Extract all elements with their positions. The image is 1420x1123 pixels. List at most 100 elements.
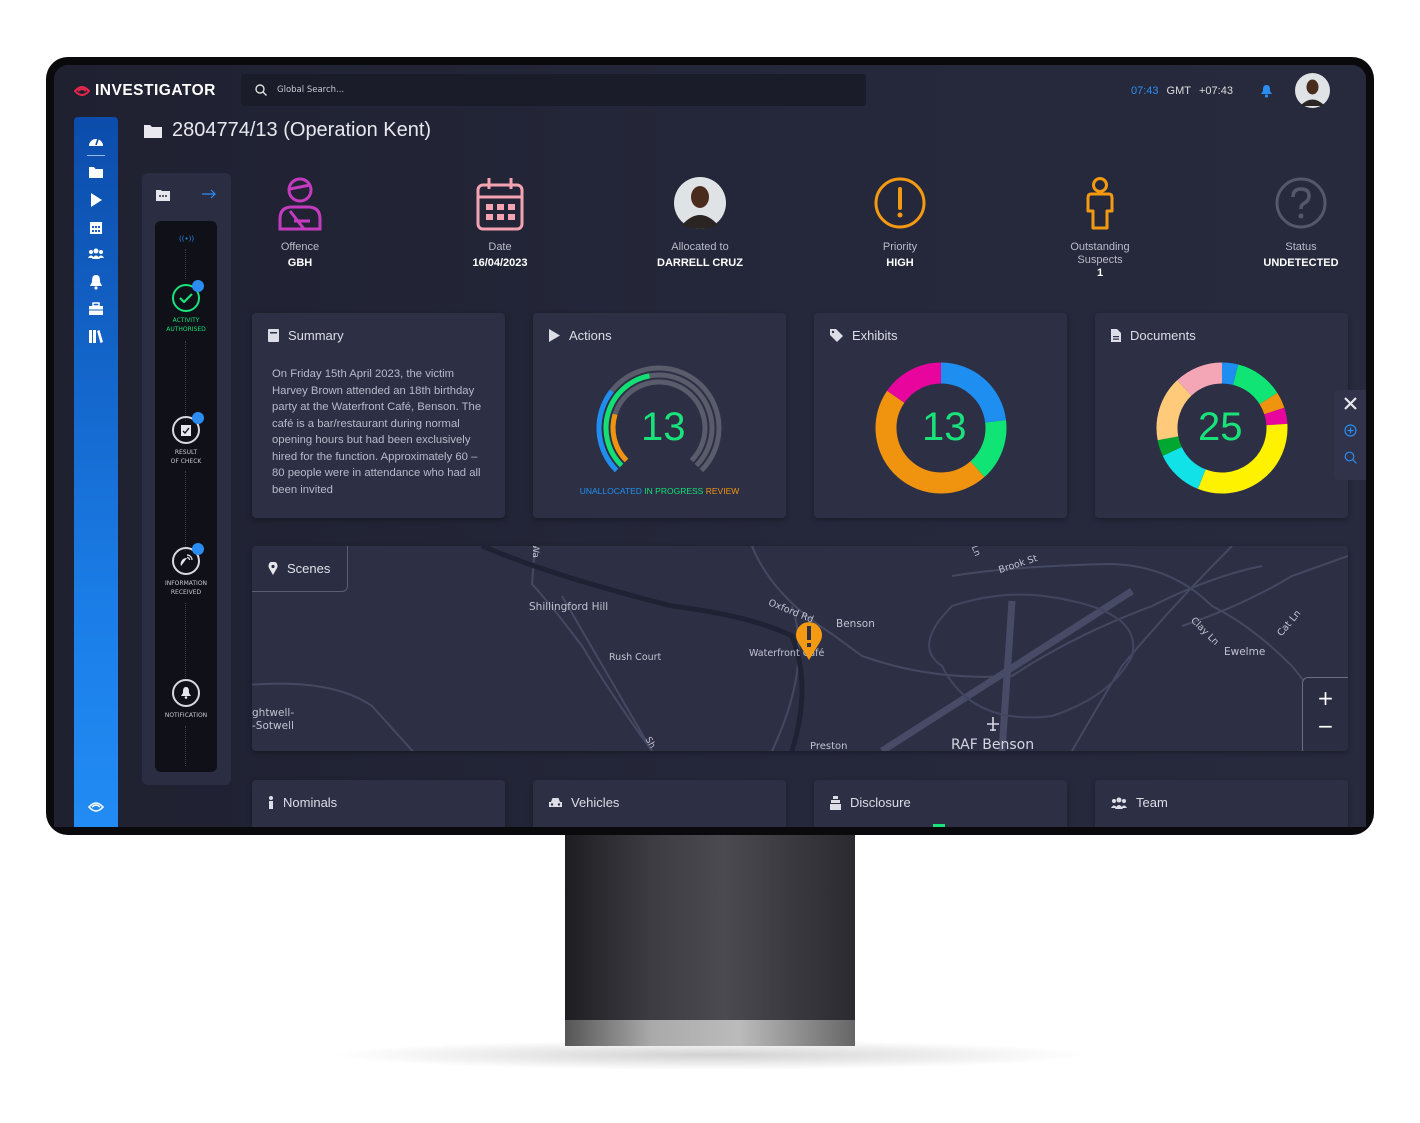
exhibits-card[interactable]: Exhibits 13 — [814, 313, 1067, 518]
team-icon — [1111, 797, 1127, 809]
dashboard-icon[interactable] — [88, 133, 104, 149]
page-title: 2804774/13 (Operation Kent) — [144, 119, 431, 142]
map-label: Rush Court — [609, 652, 662, 663]
node-label: AUTHORISED — [166, 326, 206, 333]
info-value: DARRELL CRUZ — [657, 257, 743, 269]
actions-legend: UNALLOCATED IN PROGRESS REVIEW — [533, 486, 786, 496]
users-icon[interactable] — [88, 246, 104, 262]
clock: 07:43 GMT +07:43 — [1131, 85, 1233, 97]
info-label: Suspects — [1077, 253, 1123, 266]
card-title: Disclosure — [850, 795, 911, 810]
search-icon — [255, 84, 267, 96]
scenes-title: Scenes — [287, 561, 331, 576]
calendar-icon[interactable] — [88, 219, 104, 235]
info-date: Date 16/04/2023 — [430, 177, 570, 269]
documents-card[interactable]: Documents 25 — [1095, 313, 1348, 518]
donut-segment — [1177, 362, 1223, 396]
folder-details-icon[interactable] — [156, 189, 170, 201]
map-label: Ewelme — [1224, 646, 1266, 658]
briefcase-icon[interactable] — [88, 301, 104, 317]
user-avatar[interactable] — [1295, 73, 1330, 108]
timeline-node-activity-authorised[interactable]: ACTIVITY AUTHORISED — [155, 280, 217, 334]
book-icon — [268, 329, 279, 342]
documents-total: 25 — [1198, 405, 1243, 449]
pin-icon — [192, 543, 204, 555]
timeline-connector — [185, 726, 186, 766]
info-outstanding-suspects: Outstanding Suspects 1 — [1030, 177, 1170, 279]
info-label: Allocated to — [671, 241, 729, 253]
app-logo[interactable]: INVESTIGATOR — [74, 82, 216, 100]
clipboard-check-icon — [172, 412, 204, 444]
library-icon[interactable] — [88, 328, 104, 344]
document-icon — [1111, 329, 1121, 342]
map-label: RAF Benson — [951, 737, 1035, 751]
timeline-node-notification[interactable]: NOTIFICATION — [155, 679, 217, 720]
notifications-bell-icon[interactable] — [1260, 84, 1273, 98]
satellite-dish-icon — [172, 543, 204, 575]
exclamation-circle-icon — [874, 177, 926, 229]
info-label: Priority — [882, 241, 918, 253]
info-status: Status UNDETECTED — [1231, 177, 1366, 269]
node-label: RESULT — [174, 449, 198, 456]
donut-segment — [887, 362, 942, 404]
timeline-node-information-received[interactable]: INFORMATION RECEIVED — [155, 543, 217, 597]
scenes-map[interactable]: Scenes Shillingford Hill Rush Court Wate… — [252, 546, 1348, 751]
team-card[interactable]: Team — [1095, 780, 1348, 827]
person-icon — [1086, 177, 1114, 230]
donut-segment — [1162, 446, 1207, 489]
bell-icon[interactable] — [88, 274, 104, 290]
zoom-out-button[interactable]: − — [1303, 712, 1348, 740]
check-icon — [172, 280, 204, 312]
search-icon — [1344, 451, 1357, 464]
clock-timezone: GMT — [1166, 85, 1191, 97]
question-circle-icon — [1275, 177, 1327, 229]
map-label: -Sotwell — [252, 720, 294, 732]
eye-logo-icon[interactable] — [88, 799, 104, 815]
disclosure-card[interactable]: Disclosure — [814, 780, 1067, 827]
timeline-node-result-of-check[interactable]: RESULT OF CHECK — [155, 412, 217, 466]
folder-icon[interactable] — [88, 164, 104, 180]
app-name: INVESTIGATOR — [95, 82, 216, 99]
map-label: Benson — [836, 618, 875, 630]
card-title: Documents — [1130, 328, 1196, 343]
allocated-officer-avatar[interactable] — [674, 177, 726, 229]
info-value: 16/04/2023 — [472, 257, 528, 269]
play-icon[interactable] — [88, 192, 104, 208]
clock-time: 07:43 — [1131, 85, 1159, 97]
vehicles-card[interactable]: Vehicles — [533, 780, 786, 827]
zoom-in-button[interactable]: + — [1303, 684, 1348, 712]
search-input[interactable] — [277, 85, 777, 95]
timeline: ((•)) ACTIVITY AUTHORISED RESULT OF CHEC… — [155, 221, 217, 772]
donut-segment — [1232, 364, 1278, 405]
nominals-card[interactable]: Nominals — [252, 780, 505, 827]
summary-card[interactable]: Summary On Friday 15th April 2023, the v… — [252, 313, 505, 518]
legend-in-progress[interactable]: IN PROGRESS — [644, 486, 703, 496]
scene-marker-icon[interactable] — [795, 620, 823, 660]
expand-arrow-icon[interactable] — [202, 189, 216, 199]
scenes-tab[interactable]: Scenes — [252, 546, 348, 592]
info-value: UNDETECTED — [1263, 257, 1339, 269]
donut-segment — [1259, 392, 1285, 415]
legend-review[interactable]: REVIEW — [706, 486, 740, 496]
case-title: 2804774/13 (Operation Kent) — [172, 119, 432, 141]
node-label: INFORMATION — [164, 580, 208, 587]
add-button[interactable] — [1334, 417, 1366, 444]
info-allocated-to: Allocated to DARRELL CRUZ — [630, 177, 770, 269]
legend-unallocated[interactable]: UNALLOCATED — [580, 486, 642, 496]
card-title: Team — [1136, 795, 1168, 810]
actions-total: 13 — [641, 405, 686, 449]
node-label: NOTIFICATION — [164, 712, 208, 719]
global-search[interactable] — [241, 74, 866, 106]
search-button[interactable] — [1334, 444, 1366, 471]
tag-icon — [830, 329, 843, 342]
sidebar-divider — [87, 155, 105, 156]
info-label: Outstanding — [1070, 241, 1130, 253]
card-title: Exhibits — [852, 328, 898, 343]
info-priority: Priority HIGH — [830, 177, 970, 269]
donut-segment — [1157, 436, 1182, 456]
info-value: HIGH — [886, 257, 914, 269]
actions-card[interactable]: Actions 13 UNALLOCATED IN PROGRESS REVIE… — [533, 313, 786, 518]
tools-button[interactable] — [1334, 390, 1366, 417]
map-label: Shillingford Hill — [529, 601, 609, 613]
node-label: RECEIVED — [170, 589, 202, 596]
